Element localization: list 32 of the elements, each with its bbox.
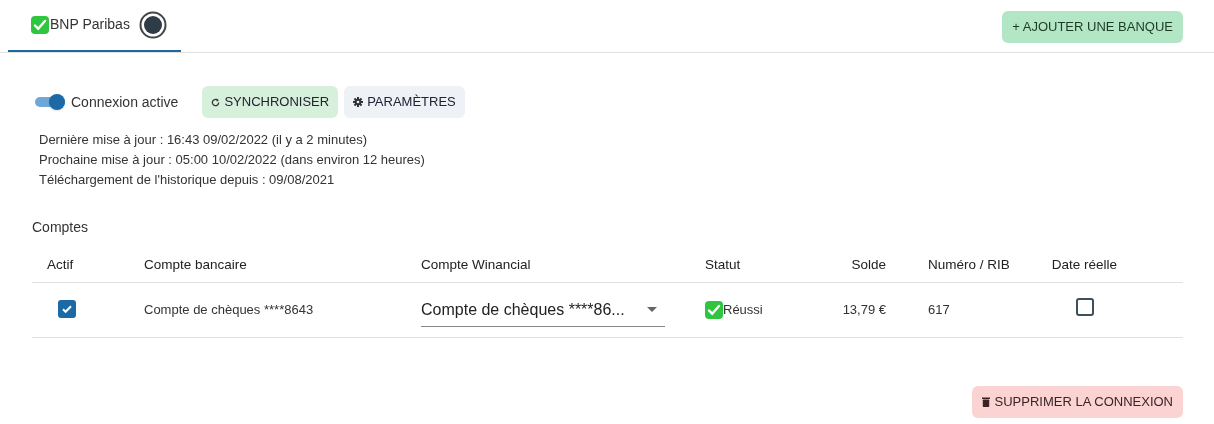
checkbox[interactable] xyxy=(58,299,76,318)
section-title: Comptes xyxy=(32,218,90,237)
trash-icon xyxy=(981,397,990,407)
column-header: Actif xyxy=(47,256,74,272)
table-cell: 617 xyxy=(928,302,950,318)
account-select[interactable]: Compte de chèques ****86... xyxy=(421,293,665,327)
sync-button[interactable]: SYNCHRONISER xyxy=(202,86,339,118)
settings-icon xyxy=(353,97,364,107)
column-header: Solde xyxy=(851,256,886,272)
add-bank-button[interactable]: + AJOUTER UNE BANQUE xyxy=(1002,11,1183,43)
table-cell: Compte de chèques ****8643 xyxy=(144,302,314,318)
bank-tab[interactable]: BNP Paribas xyxy=(8,0,181,52)
refresh-icon xyxy=(211,97,221,107)
info-line: Téléchargement de l'historique depuis : 09/08/2021 xyxy=(39,171,336,189)
info-line: Dernière mise à jour : 16:43 09/02/2022 (il y a 2 minutes) xyxy=(39,131,369,149)
settings-button[interactable]: PARAMÈTRES xyxy=(344,86,465,118)
check-mark-icon xyxy=(31,15,49,34)
checkbox[interactable] xyxy=(1075,298,1094,317)
circle-icon xyxy=(138,10,167,39)
delete-connection-button[interactable]: SUPPRIMER LA CONNEXION xyxy=(971,386,1183,418)
toggle-label: Connexion active xyxy=(71,92,179,112)
info-line: Prochaine mise à jour : 05:00 10/02/2022 (dans environ 12 heures) xyxy=(39,151,426,169)
column-header: Compte Winancial xyxy=(421,256,531,272)
check-mark-icon xyxy=(705,301,723,319)
column-header: Date réelle xyxy=(1051,256,1118,272)
column-header: Compte bancaire xyxy=(144,256,247,272)
caret-icon xyxy=(647,307,657,312)
table-cell: 13,79 € xyxy=(842,302,886,318)
status-text: Réussi xyxy=(723,301,763,320)
toggle-switch[interactable] xyxy=(35,94,65,110)
column-header: Numéro / RIB xyxy=(928,256,1010,272)
column-header: Statut xyxy=(705,256,741,272)
